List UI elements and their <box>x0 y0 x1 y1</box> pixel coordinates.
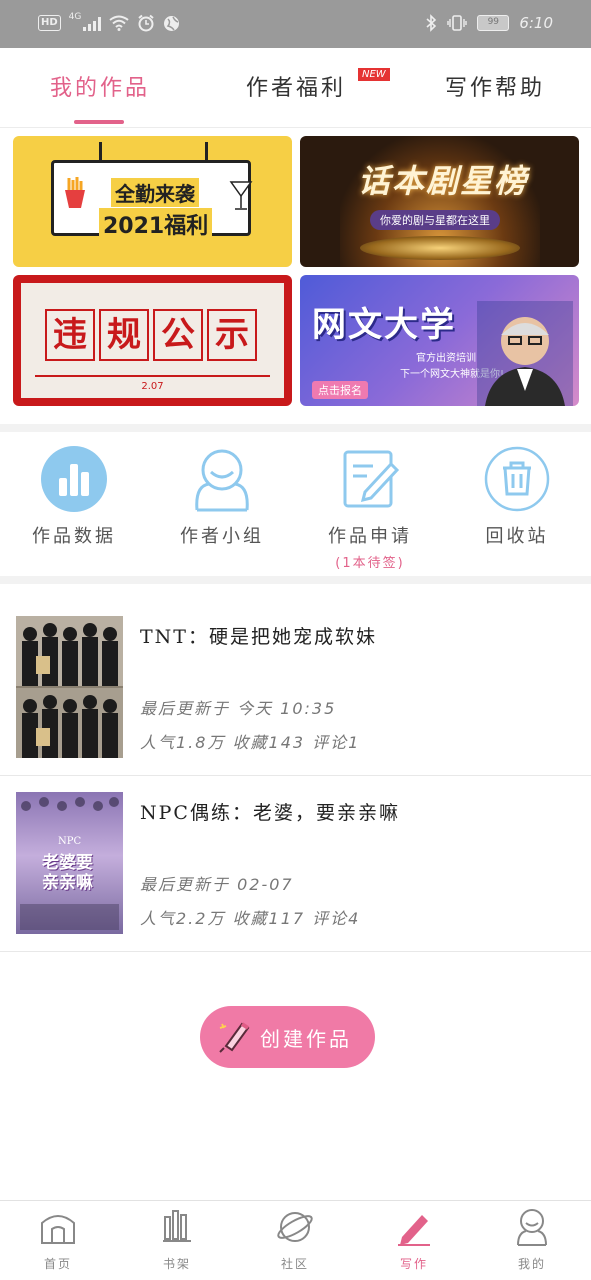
banner-headline: 全勤来袭 <box>111 178 199 207</box>
work-title[interactable]: NPC偶练：老婆，要亲亲嘛 <box>140 798 400 825</box>
banner-panel: 违 规 公 示 2.07 <box>21 283 284 398</box>
bar-chart-icon <box>41 446 107 512</box>
banner-drama-ranking[interactable]: 话本剧星榜 你爱的剧与星都在这里 <box>300 136 579 267</box>
work-updated: 最后更新于 02-07 <box>140 875 294 894</box>
top-tabs: 我的作品 作者福利 NEW 写作帮助 <box>0 48 591 128</box>
nav-label: 我的 <box>517 1257 546 1271</box>
nav-label: 书架 <box>162 1257 191 1271</box>
portrait-image <box>477 301 573 406</box>
banner-headline: 违 规 公 示 <box>45 309 257 361</box>
pencil-icon <box>219 1022 250 1053</box>
vibrate-icon <box>447 15 468 31</box>
trash-icon <box>484 446 550 512</box>
headline-char: 规 <box>99 309 149 361</box>
bluetooth-icon <box>426 14 437 32</box>
battery-icon: 99 <box>477 15 510 31</box>
new-badge: NEW <box>358 68 390 81</box>
banner-subheadline: 你爱的剧与星都在这里 <box>370 210 500 230</box>
banner-violation-notice[interactable]: 违 规 公 示 2.07 <box>13 275 292 406</box>
feature-recycle-bin[interactable]: 回收站 <box>457 446 577 548</box>
feature-label: 回收站 <box>485 526 549 547</box>
banner-grid: 全勤来袭 2021福利 话本剧星榜 你爱的剧与星都在这里 违 规 公 示 2.0… <box>0 128 591 424</box>
globe-icon <box>164 15 180 31</box>
headline-char: 示 <box>207 309 257 361</box>
tab-my-works[interactable]: 我的作品 <box>50 70 150 102</box>
planet-icon <box>277 1212 313 1242</box>
profile-icon <box>517 1209 547 1246</box>
create-work-button[interactable]: 创建作品 <box>200 1006 375 1068</box>
drink-icon <box>229 181 253 210</box>
banner-web-novel-university[interactable]: 网文大学 官方出资培训 下一个网文大神就是你! 点击报名 <box>300 275 579 406</box>
work-title[interactable]: TNT：硬是把她宠成软妹 <box>140 622 377 649</box>
feature-label: 作者小组 <box>180 526 264 547</box>
network-label: 4G <box>68 12 82 22</box>
divider-line <box>35 375 270 377</box>
pending-count: (1本待签) <box>335 556 405 571</box>
nav-bookshelf[interactable]: 书架 <box>137 1207 217 1272</box>
banner-headline: 网文大学 <box>312 305 456 345</box>
bottom-nav: 首页 书架 社区 写作 我的 <box>0 1200 591 1280</box>
cover-text: 亲亲嘛 <box>42 873 93 893</box>
pen-icon <box>398 1215 430 1246</box>
banner-date: 2.07 <box>141 381 164 392</box>
feature-label: 作品申请 <box>328 526 412 547</box>
headline-char: 违 <box>45 309 95 361</box>
alarm-icon <box>138 14 155 32</box>
nav-label: 首页 <box>43 1257 72 1271</box>
bookshelf-icon <box>163 1210 191 1242</box>
home-icon <box>41 1215 75 1244</box>
headline-char: 公 <box>153 309 203 361</box>
status-bar: HD 4G 99 6:10 <box>0 0 591 48</box>
section-divider <box>0 424 591 432</box>
section-divider <box>0 576 591 584</box>
tab-author-benefits[interactable]: 作者福利 <box>246 70 346 102</box>
work-updated: 最后更新于 今天 10:35 <box>140 699 337 718</box>
nav-label: 社区 <box>280 1257 309 1271</box>
clock: 6:10 <box>519 14 553 32</box>
banner-subheadline: 官方出资培训 <box>416 353 476 364</box>
nav-write[interactable]: 写作 <box>374 1207 454 1272</box>
feature-grid: 作品数据 作者小组 作品申请 (1本待签) 回收站 <box>0 432 591 576</box>
feature-label: 作品数据 <box>32 526 116 547</box>
feature-author-group[interactable]: 作者小组 <box>162 446 282 548</box>
feature-works-data[interactable]: 作品数据 <box>14 446 134 548</box>
nav-home[interactable]: 首页 <box>18 1207 98 1272</box>
signup-button[interactable]: 点击报名 <box>312 381 368 399</box>
wifi-icon <box>109 15 129 31</box>
work-item[interactable]: NPC 老婆要 亲亲嘛 NPC偶练：老婆，要亲亲嘛 最后更新于 02-07 人气… <box>0 776 591 952</box>
signal-icon <box>83 15 102 31</box>
work-item[interactable]: TNT：硬是把她宠成软妹 最后更新于 今天 10:35 人气1.8万 收藏143… <box>0 600 591 776</box>
stage-decoration <box>360 236 520 260</box>
nav-label: 写作 <box>399 1257 428 1271</box>
fries-icon <box>65 177 85 208</box>
tab-writing-help[interactable]: 写作帮助 <box>445 70 545 102</box>
work-stats: 人气1.8万 收藏143 评论1 <box>140 733 361 752</box>
banner-subheadline: 2021福利 <box>99 208 213 240</box>
nav-profile[interactable]: 我的 <box>492 1207 572 1272</box>
cover-image: NPC 老婆要 亲亲嘛 <box>16 792 123 934</box>
feature-work-application[interactable]: 作品申请 (1本待签) <box>310 446 430 571</box>
nav-community[interactable]: 社区 <box>255 1207 335 1272</box>
group-icon <box>195 449 249 512</box>
hd-badge: HD <box>38 15 61 31</box>
edit-doc-icon <box>343 450 400 508</box>
create-work-label: 创建作品 <box>260 1026 352 1051</box>
banner-headline: 话本剧星榜 <box>358 162 529 200</box>
cover-text: NPC <box>58 836 82 847</box>
work-stats: 人气2.2万 收藏117 评论4 <box>140 909 361 928</box>
tab-active-indicator <box>74 120 124 124</box>
cover-image <box>16 616 123 758</box>
banner-attendance[interactable]: 全勤来袭 2021福利 <box>13 136 292 267</box>
